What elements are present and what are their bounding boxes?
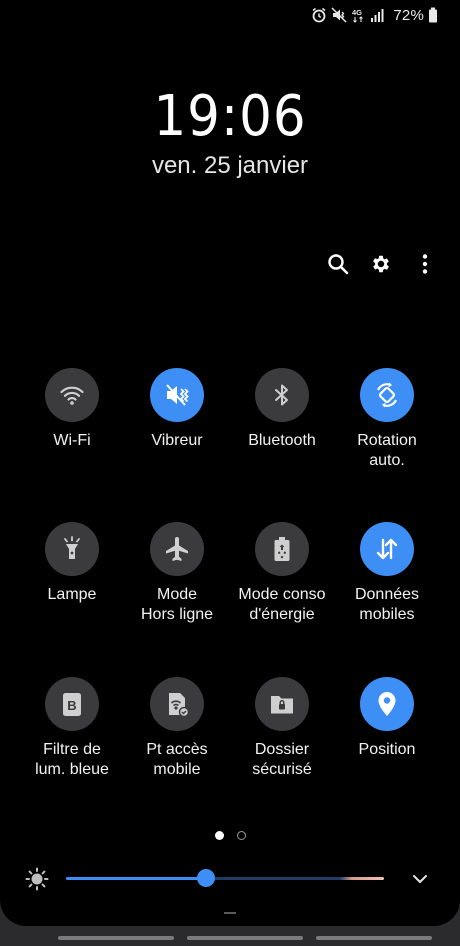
blue-light-filter-icon: B bbox=[59, 690, 85, 718]
alarm-icon bbox=[311, 7, 327, 23]
vibrate-icon bbox=[163, 381, 191, 409]
brightness-slider[interactable] bbox=[66, 869, 384, 887]
chevron-down-icon[interactable] bbox=[410, 869, 430, 894]
tile-toggle-button[interactable] bbox=[150, 368, 204, 422]
tile-secure-folder[interactable]: Dossier sécurisé bbox=[230, 677, 334, 780]
tile-toggle-button[interactable] bbox=[255, 522, 309, 576]
signal-icon bbox=[369, 7, 385, 23]
drag-handle[interactable] bbox=[224, 912, 236, 914]
tile-label[interactable]: Vibreur bbox=[125, 431, 229, 451]
tile-label[interactable]: Position bbox=[335, 740, 439, 760]
tile-label[interactable]: Filtre de lum. bleue bbox=[20, 740, 124, 780]
nav-segment bbox=[187, 936, 303, 940]
tile-toggle-button[interactable]: B bbox=[45, 677, 99, 731]
more-vert-icon[interactable] bbox=[413, 252, 437, 276]
hotspot-icon bbox=[164, 690, 190, 718]
page-dot-active[interactable] bbox=[215, 831, 224, 840]
brightness-icon bbox=[25, 867, 49, 896]
4g-icon: 4G bbox=[351, 7, 365, 23]
battery-percent: 72% bbox=[393, 6, 424, 24]
tile-bluetooth[interactable]: Bluetooth bbox=[230, 368, 334, 451]
tile-toggle-button[interactable] bbox=[150, 677, 204, 731]
tile-toggle-button[interactable] bbox=[45, 522, 99, 576]
nav-segment bbox=[316, 936, 432, 940]
tile-vibrate[interactable]: Vibreur bbox=[125, 368, 229, 451]
wifi-icon bbox=[59, 382, 85, 408]
tile-toggle-button[interactable] bbox=[360, 677, 414, 731]
tile-label[interactable]: Pt accès mobile bbox=[125, 740, 229, 780]
airplane-icon bbox=[163, 535, 191, 563]
location-icon bbox=[374, 690, 400, 718]
tile-label[interactable]: Dossier sécurisé bbox=[230, 740, 334, 780]
tile-blue-light-filter[interactable]: B Filtre de lum. bleue bbox=[20, 677, 124, 780]
tile-toggle-button[interactable] bbox=[150, 522, 204, 576]
svg-text:B: B bbox=[67, 698, 76, 713]
tile-power-saving[interactable]: Mode conso d'énergie bbox=[230, 522, 334, 625]
page-dot-inactive[interactable] bbox=[237, 831, 246, 840]
tile-toggle-button[interactable] bbox=[360, 522, 414, 576]
flashlight-icon bbox=[59, 535, 85, 563]
battery-icon bbox=[428, 7, 438, 23]
brightness-thumb[interactable] bbox=[196, 869, 215, 887]
tile-label[interactable]: Mode conso d'énergie bbox=[230, 585, 334, 625]
svg-text:4G: 4G bbox=[352, 8, 362, 17]
tile-airplane[interactable]: Mode Hors ligne bbox=[125, 522, 229, 625]
tile-label[interactable]: Lampe bbox=[20, 585, 124, 605]
tile-label[interactable]: Rotation auto. bbox=[335, 431, 439, 471]
tile-hotspot[interactable]: Pt accès mobile bbox=[125, 677, 229, 780]
search-icon[interactable] bbox=[326, 252, 350, 276]
quick-panel: 4G 72% 19:06 ven. 25 janvier Wi-Fi Vibreu… bbox=[0, 0, 460, 926]
brightness-fill bbox=[66, 877, 206, 880]
navigation-bar-peek bbox=[0, 934, 460, 946]
power-saving-icon bbox=[270, 535, 294, 563]
gear-icon[interactable] bbox=[369, 252, 393, 276]
tile-mobile-data[interactable]: Données mobiles bbox=[335, 522, 439, 625]
tile-label[interactable]: Mode Hors ligne bbox=[125, 585, 229, 625]
mobile-data-icon bbox=[373, 535, 401, 563]
tile-wifi[interactable]: Wi-Fi bbox=[20, 368, 124, 451]
tile-location[interactable]: Position bbox=[335, 677, 439, 760]
tile-toggle-button[interactable] bbox=[45, 368, 99, 422]
tile-label[interactable]: Données mobiles bbox=[335, 585, 439, 625]
tile-rotation[interactable]: Rotation auto. bbox=[335, 368, 439, 471]
tile-label[interactable]: Wi-Fi bbox=[20, 431, 124, 451]
tile-toggle-button[interactable] bbox=[255, 677, 309, 731]
secure-folder-icon bbox=[268, 691, 296, 717]
clock-time: 19:06 bbox=[153, 84, 307, 149]
status-bar: 4G 72% bbox=[311, 6, 438, 24]
rotation-icon bbox=[373, 381, 401, 409]
tile-label[interactable]: Bluetooth bbox=[230, 431, 334, 451]
tile-toggle-button[interactable] bbox=[255, 368, 309, 422]
tile-flashlight[interactable]: Lampe bbox=[20, 522, 124, 605]
clock-date: ven. 25 janvier bbox=[151, 152, 309, 179]
bluetooth-icon bbox=[270, 382, 294, 408]
vibrate-icon bbox=[331, 7, 347, 23]
tile-toggle-button[interactable] bbox=[360, 368, 414, 422]
nav-segment bbox=[58, 936, 174, 940]
page-indicator bbox=[215, 831, 246, 840]
